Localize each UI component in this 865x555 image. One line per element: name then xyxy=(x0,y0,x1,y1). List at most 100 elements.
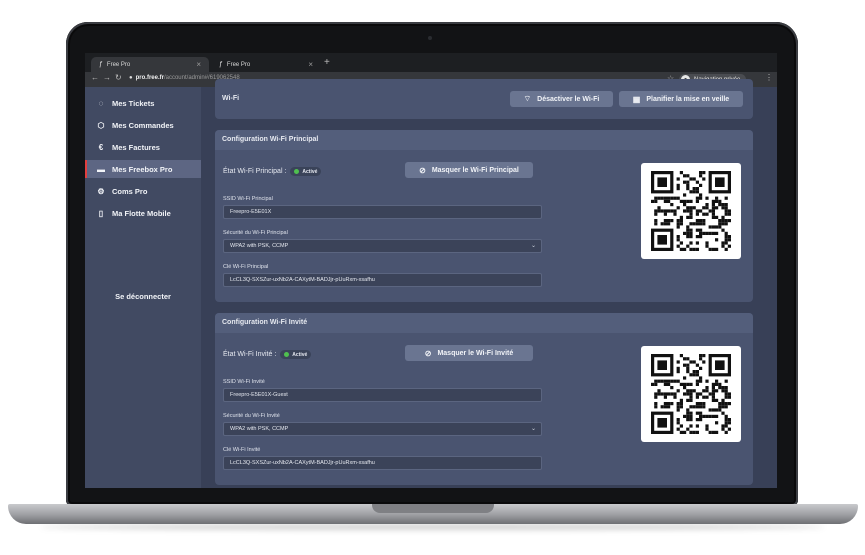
qr-module xyxy=(654,402,658,406)
hide-principal-wifi-button[interactable]: ⊘ Masquer le Wi-Fi Principal xyxy=(405,162,533,178)
qr-module xyxy=(724,386,728,390)
wifi-key-field[interactable]: LcCL3Q-SXSZur-uxNb2A-CAXytM-BADJjr-pUuRx… xyxy=(223,456,542,470)
qr-module xyxy=(683,199,687,203)
qr-module xyxy=(686,392,690,396)
qr-module xyxy=(683,363,687,367)
browser-tab-2[interactable]: ƒ Free Pro × xyxy=(211,57,321,72)
qr-module xyxy=(654,209,658,213)
qr-module xyxy=(705,389,709,393)
qr-module xyxy=(705,231,709,235)
qr-module xyxy=(715,231,719,235)
forward-arrow-icon[interactable]: → xyxy=(103,73,111,82)
qr-module xyxy=(702,206,706,210)
close-icon[interactable]: × xyxy=(308,60,313,69)
qr-module xyxy=(686,235,690,239)
qr-module xyxy=(654,382,658,386)
qr-module xyxy=(699,235,703,239)
qr-module xyxy=(676,196,680,200)
disable-wifi-button[interactable]: ⌔ Désactiver le Wi-Fi xyxy=(510,91,613,107)
qr-module xyxy=(724,402,728,406)
qr-module xyxy=(695,222,699,226)
browser-tab-1[interactable]: ƒ Free Pro × xyxy=(91,57,209,72)
qr-module xyxy=(718,203,722,207)
button-label: Masquer le Wi-Fi Invité xyxy=(437,349,514,357)
status-dot-icon xyxy=(284,352,290,357)
qr-module xyxy=(724,231,728,235)
browser-menu-icon[interactable]: ⋮ xyxy=(765,73,773,82)
laptop-screen: ƒ Free Pro × ƒ Free Pro × + ← → ↻ ● pro.f… xyxy=(85,53,777,488)
qr-module xyxy=(721,228,725,232)
sidebar-item-coms-pro[interactable]: ⚙ Coms Pro xyxy=(85,182,201,200)
qr-module xyxy=(724,196,728,200)
qr-module xyxy=(724,418,728,422)
qr-module xyxy=(695,392,699,396)
key-label: Clé Wi-Fi Principal xyxy=(223,264,269,270)
qr-module xyxy=(686,209,690,213)
qr-module xyxy=(673,379,677,383)
qr-module xyxy=(708,414,712,418)
qr-module xyxy=(699,402,703,406)
ssid-label: SSID Wi-Fi Principal xyxy=(223,196,273,202)
qr-module xyxy=(686,414,690,418)
qr-module xyxy=(711,212,715,216)
qr-module xyxy=(654,379,658,383)
qr-module xyxy=(663,209,667,213)
status-dot-icon xyxy=(294,169,300,174)
qr-module xyxy=(695,235,699,239)
qr-module xyxy=(676,421,680,425)
qr-module xyxy=(727,238,731,242)
schedule-standby-button[interactable]: ▦ Planifier la mise en veille xyxy=(619,91,743,107)
qr-module xyxy=(724,212,728,216)
sidebar-item-flotte-mobile[interactable]: ▯ Ma Flotte Mobile xyxy=(85,204,201,222)
qr-module xyxy=(718,386,722,390)
qr-module xyxy=(683,247,687,251)
security-select[interactable]: WPA2 with PSK, CCMP ⌄ xyxy=(223,239,542,253)
button-label: Désactiver le Wi-Fi xyxy=(537,95,600,103)
ssid-field[interactable]: Freepro-E5E01X-Guest xyxy=(223,388,542,402)
qr-module xyxy=(695,430,699,434)
wifi-key-field[interactable]: LcCL3Q-SXSZur-uxNb2A-CAXytM-BADJjr-pUuRx… xyxy=(223,273,542,287)
ssid-field[interactable]: Freepro-E5E01X xyxy=(223,205,542,219)
logout-link[interactable]: Se déconnecter xyxy=(85,292,201,301)
main-content: Wi-Fi ⌔ Désactiver le Wi-Fi ▦ Planifier … xyxy=(201,79,777,488)
qr-module xyxy=(727,395,731,399)
qr-module xyxy=(692,389,696,393)
qr-module xyxy=(718,222,722,226)
qr-module xyxy=(689,373,693,377)
qr-module xyxy=(711,386,715,390)
qr-module xyxy=(683,174,687,178)
qr-module xyxy=(689,235,693,239)
qr-module xyxy=(724,379,728,383)
qr-module xyxy=(721,389,725,393)
sidebar-item-commandes[interactable]: ⬡ Mes Commandes xyxy=(85,116,201,134)
qr-module xyxy=(673,395,677,399)
button-label: Planifier la mise en veille xyxy=(646,95,730,103)
qr-module xyxy=(667,209,671,213)
qr-module xyxy=(657,389,661,393)
sidebar-item-factures[interactable]: € Mes Factures xyxy=(85,138,201,156)
qr-module xyxy=(695,247,699,251)
ssid-label: SSID Wi-Fi Invité xyxy=(223,379,265,385)
qr-module xyxy=(711,395,715,399)
qr-module xyxy=(695,405,699,409)
qr-module xyxy=(699,219,703,223)
lock-icon: ● xyxy=(129,75,133,81)
qr-module xyxy=(663,402,667,406)
qr-module xyxy=(705,427,709,431)
security-select[interactable]: WPA2 with PSK, CCMP ⌄ xyxy=(223,422,542,436)
security-label: Sécurité du Wi-Fi Principal xyxy=(223,230,288,236)
new-tab-plus-icon[interactable]: + xyxy=(324,57,330,68)
laptop-notch xyxy=(372,504,494,513)
qr-module xyxy=(708,209,712,213)
sidebar-item-freebox-pro[interactable]: ▬ Mes Freebox Pro xyxy=(85,160,201,178)
close-icon[interactable]: × xyxy=(196,60,201,69)
qr-module xyxy=(667,402,671,406)
qr-module xyxy=(657,379,661,383)
reload-icon[interactable]: ↻ xyxy=(115,73,122,82)
qr-module xyxy=(724,247,728,251)
qr-module xyxy=(695,382,699,386)
sidebar-item-tickets[interactable]: ◌ Mes Tickets xyxy=(85,94,201,112)
hide-guest-wifi-button[interactable]: ⊘ Masquer le Wi-Fi Invité xyxy=(405,345,533,361)
sidebar-item-label: Mes Tickets xyxy=(112,98,155,108)
back-arrow-icon[interactable]: ← xyxy=(91,73,99,82)
